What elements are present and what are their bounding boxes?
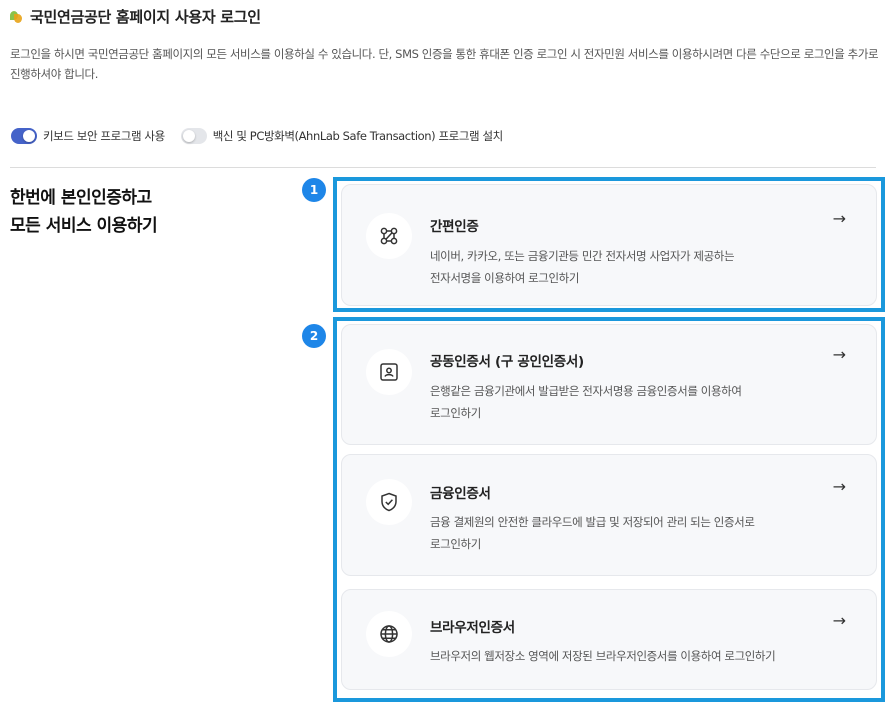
page-title: 국민연금공단 홈페이지 사용자 로그인	[30, 8, 261, 26]
card-description: 네이버, 카카오, 또는 금융기관등 민간 전자서명 사업자가 제공하는 전자서…	[430, 245, 830, 289]
shield-check-icon	[366, 479, 412, 525]
card-description-line: 전자서명을 이용하여 로그인하기	[430, 271, 580, 285]
card-description-line: 브라우저의 웹저장소 영역에 저장된 브라우저인증서를 이용하여 로그인하기	[430, 649, 776, 663]
keyboard-security-toggle[interactable]	[11, 128, 37, 144]
certificate-auth-group: 공동인증서 (구 공인인증서) 은행같은 금융기관에서 발급받은 전자서명용 금…	[333, 317, 885, 702]
card-description: 브라우저의 웹저장소 영역에 저장된 브라우저인증서를 이용하여 로그인하기	[430, 645, 850, 667]
card-description: 은행같은 금융기관에서 발급받은 전자서명용 금융인증서를 이용하여 로그인하기	[430, 380, 830, 424]
auth-heading: 한번에 본인인증하고 모든 서비스 이용하기	[10, 184, 158, 240]
toggle-knob	[23, 130, 35, 142]
security-options: 키보드 보안 프로그램 사용 백신 및 PC방화벽(AhnLab Safe Tr…	[11, 128, 519, 144]
share-link-icon	[366, 213, 412, 259]
card-description-line: 금융 결제원의 안전한 클라우드에 발급 및 저장되어 관리 되는 인증서로	[430, 515, 755, 529]
section-divider	[10, 167, 876, 168]
auth-heading-line-2: 모든 서비스 이용하기	[10, 216, 158, 236]
arrow-right-icon: →	[832, 611, 846, 630]
toggle-knob	[182, 130, 195, 142]
card-description-line: 로그인하기	[430, 537, 481, 551]
card-title: 금융인증서	[430, 486, 491, 502]
card-description-line: 로그인하기	[430, 406, 481, 420]
step-badge-2: 2	[302, 324, 326, 348]
simple-auth-group: 간편인증 네이버, 카카오, 또는 금융기관등 민간 전자서명 사업자가 제공하…	[333, 177, 885, 312]
card-title: 간편인증	[430, 219, 479, 235]
card-title: 공동인증서 (구 공인인증서)	[430, 354, 584, 370]
page-header: 국민연금공단 홈페이지 사용자 로그인	[10, 6, 261, 27]
auth-heading-line-1: 한번에 본인인증하고	[10, 188, 152, 208]
arrow-right-icon: →	[832, 477, 846, 496]
antivirus-firewall-label: 백신 및 PC방화벽(AhnLab Safe Transaction) 프로그램…	[212, 129, 503, 143]
step-badge-1: 1	[302, 178, 326, 202]
login-description: 로그인을 하시면 국민연금공단 홈페이지의 모든 서비스를 이용하실 수 있습니…	[10, 47, 879, 81]
card-description-line: 은행같은 금융기관에서 발급받은 전자서명용 금융인증서를 이용하여	[430, 384, 742, 398]
card-description-line: 네이버, 카카오, 또는 금융기관등 민간 전자서명 사업자가 제공하는	[430, 249, 735, 263]
simple-auth-card[interactable]: 간편인증 네이버, 카카오, 또는 금융기관등 민간 전자서명 사업자가 제공하…	[341, 184, 877, 306]
arrow-right-icon: →	[832, 209, 846, 228]
card-title: 브라우저인증서	[430, 620, 515, 636]
financial-certificate-card[interactable]: 금융인증서 금융 결제원의 안전한 클라우드에 발급 및 저장되어 관리 되는 …	[341, 454, 877, 576]
antivirus-firewall-toggle[interactable]	[180, 128, 207, 144]
browser-certificate-card[interactable]: 브라우저인증서 브라우저의 웹저장소 영역에 저장된 브라우저인증서를 이용하여…	[341, 589, 877, 690]
id-card-icon	[366, 349, 412, 395]
keyboard-security-label: 키보드 보안 프로그램 사용	[43, 129, 165, 143]
globe-icon	[366, 611, 412, 657]
card-description: 금융 결제원의 안전한 클라우드에 발급 및 저장되어 관리 되는 인증서로 로…	[430, 511, 830, 555]
joint-certificate-card[interactable]: 공동인증서 (구 공인인증서) 은행같은 금융기관에서 발급받은 전자서명용 금…	[341, 324, 877, 445]
arrow-right-icon: →	[832, 345, 846, 364]
nps-logo-icon	[10, 10, 22, 23]
